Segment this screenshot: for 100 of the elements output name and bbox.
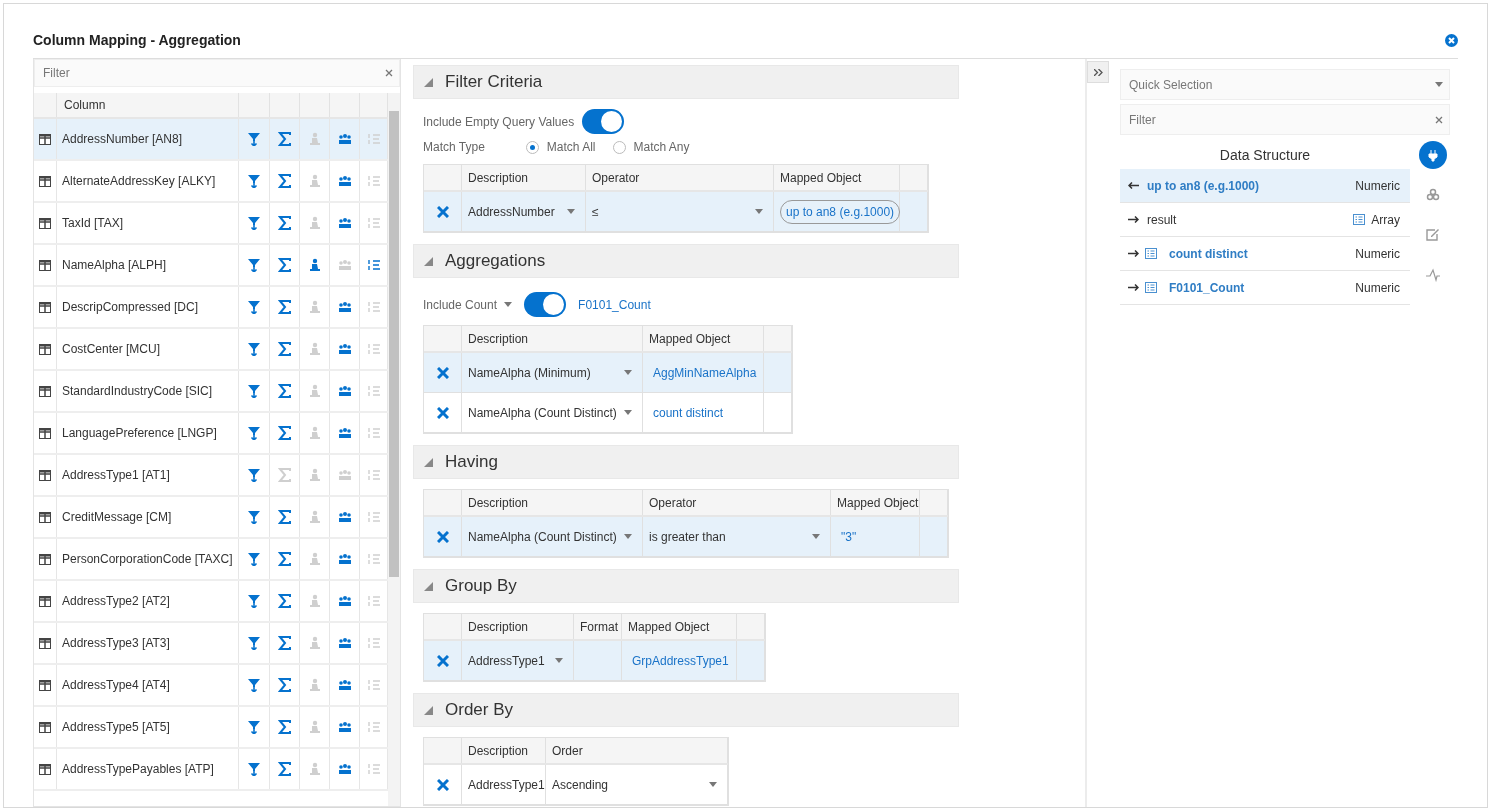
caret-icon[interactable] [812,534,820,539]
mapped-object-link[interactable]: AggMinNameAlpha [649,363,757,382]
column-row[interactable]: AddressType4 [AT4] [34,665,388,707]
dropdown[interactable]: AddressNumber [468,202,585,221]
people-icon[interactable] [337,174,352,188]
table-row[interactable]: NameAlpha (Minimum) AggMinNameAlpha [424,353,792,393]
caret-icon[interactable] [555,658,563,663]
filter-icon[interactable] [247,594,261,608]
column-row[interactable]: StandardIndustryCode [SIC] [34,371,388,413]
table-row[interactable]: NameAlpha (Count Distinct) is greater than "3" [424,517,948,557]
filter-field[interactable]: Filter [1120,104,1450,135]
delete-icon[interactable] [437,406,449,419]
data-structure-item[interactable]: count distinct Numeric [1120,237,1410,271]
table-row[interactable]: AddressNumber ≤ up to an8 (e.g.1000) [424,192,928,232]
sigma-icon[interactable] [277,762,292,776]
column-row[interactable]: CostCenter [MCU] [34,329,388,371]
person-icon[interactable] [307,258,322,272]
sigma-icon[interactable] [277,720,292,734]
close-icon[interactable] [1445,34,1458,47]
filter-field[interactable]: Filter [34,59,400,87]
sigma-icon[interactable] [277,678,292,692]
collapse-triangle-icon[interactable] [424,256,433,266]
dropdown[interactable]: is greater than [649,527,830,546]
column-row[interactable]: LanguagePreference [LNGP] [34,413,388,455]
column-row[interactable]: AddressType5 [AT5] [34,707,388,749]
filter-field[interactable]: Filter [41,63,385,83]
sigma-icon[interactable] [277,216,292,230]
sigma-icon[interactable] [277,132,292,146]
section-header[interactable]: Group By [413,569,959,603]
column-row[interactable]: NameAlpha [ALPH] [34,245,388,287]
delete-icon[interactable] [437,778,449,791]
filter-icon[interactable] [247,342,261,356]
table-row[interactable]: NameAlpha (Count Distinct) count distinct [424,393,792,433]
scrollbar-thumb[interactable] [389,111,399,577]
dropdown[interactable]: NameAlpha (Count Distinct) [468,403,642,422]
filter-icon[interactable] [247,174,261,188]
people-icon[interactable] [337,132,352,146]
radio-option[interactable]: Match Any [612,138,690,156]
section-header[interactable]: Order By [413,693,959,727]
dropdown[interactable]: Ascending [552,775,727,794]
column-row[interactable]: AddressTypePayables [ATP] [34,749,388,791]
dropdown[interactable]: NameAlpha (Minimum) [468,363,642,382]
table-row[interactable]: AddressType1 GrpAddressType1 [424,641,765,681]
filter-icon[interactable] [247,762,261,776]
filter-icon[interactable] [247,426,261,440]
collapse-triangle-icon[interactable] [424,77,433,87]
caret-icon[interactable] [1435,82,1443,87]
toggle-switch[interactable] [582,109,625,134]
numbered-list-icon[interactable] [366,258,381,272]
filter-icon[interactable] [247,720,261,734]
filter-icon[interactable] [247,258,261,272]
radio-option[interactable]: Match All [525,138,596,156]
caret-icon[interactable] [624,534,632,539]
sigma-icon[interactable] [277,342,292,356]
sigma-icon[interactable] [277,594,292,608]
delete-icon[interactable] [437,205,449,218]
toggle-switch[interactable] [524,292,567,317]
people-icon[interactable] [337,762,352,776]
filter-icon[interactable] [247,636,261,650]
table-row[interactable]: AddressType1 Ascending [424,765,728,805]
column-row[interactable]: AddressType3 [AT3] [34,623,388,665]
clear-icon[interactable] [385,69,393,77]
sigma-icon[interactable] [277,300,292,314]
collapse-triangle-icon[interactable] [424,457,433,467]
filter-field[interactable]: Filter [1127,109,1435,130]
mapped-object-link[interactable]: "3" [837,527,857,546]
people-icon[interactable] [337,678,352,692]
caret-icon[interactable] [709,782,717,787]
caret-icon[interactable] [755,209,763,214]
dropdown[interactable]: ≤ [592,202,773,221]
column-row[interactable]: AddressNumber [AN8] [34,119,388,161]
sigma-icon[interactable] [277,636,292,650]
people-icon[interactable] [337,384,352,398]
people-icon[interactable] [337,720,352,734]
people-icon[interactable] [337,342,352,356]
quick-selection-dropdown[interactable]: Quick Selection [1127,74,1435,95]
mapped-object-link[interactable]: F0101_Count [574,295,651,314]
include-count-dropdown[interactable]: Include Count [423,295,498,314]
caret-icon[interactable] [624,370,632,375]
column-row[interactable]: PersonCorporationCode [TAXC] [34,539,388,581]
mapped-object-link[interactable]: count distinct [649,403,724,422]
collapse-triangle-icon[interactable] [424,581,433,591]
delete-icon[interactable] [437,654,449,667]
filter-icon[interactable] [247,216,261,230]
filter-icon[interactable] [247,384,261,398]
filter-icon[interactable] [247,678,261,692]
caret-icon[interactable] [567,209,575,214]
delete-icon[interactable] [437,366,449,379]
filter-icon[interactable] [247,510,261,524]
dropdown[interactable]: NameAlpha (Count Distinct) [468,527,642,546]
data-structure-item[interactable]: F0101_Count Numeric [1120,271,1410,305]
people-icon[interactable] [337,300,352,314]
section-header[interactable]: Filter Criteria [413,65,959,99]
sigma-icon[interactable] [277,384,292,398]
quick-selection-dropdown[interactable]: Quick Selection [1120,69,1450,100]
people-icon[interactable] [337,510,352,524]
filter-icon[interactable] [247,468,261,482]
mapped-object-link[interactable]: GrpAddressType1 [628,651,729,670]
column-row[interactable]: AddressType2 [AT2] [34,581,388,623]
people-icon[interactable] [337,216,352,230]
